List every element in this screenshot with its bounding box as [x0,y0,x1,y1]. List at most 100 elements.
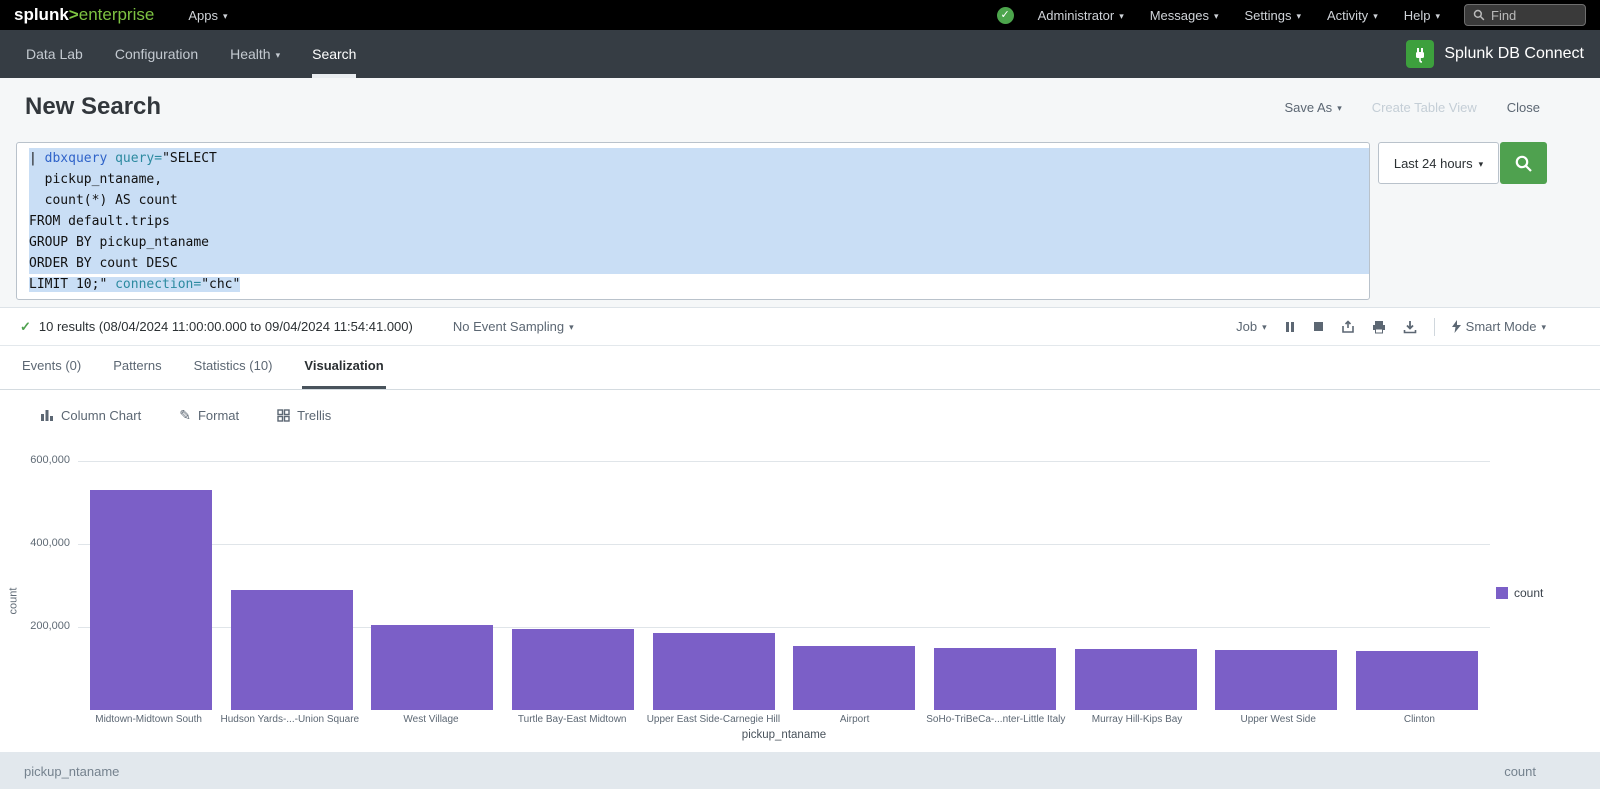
share-button[interactable] [1341,320,1355,334]
splunk-logo[interactable]: splunk>enterprise [14,5,154,25]
column-chart: count 200,000400,000600,000 Midtown-Midt… [0,440,1600,752]
pause-icon [1284,321,1296,333]
menu-activity[interactable]: Activity▾ [1327,8,1378,23]
caret-down-icon: ▾ [569,323,574,332]
results-summary-group: ✓ 10 results (08/04/2024 11:00:00.000 to… [20,319,574,335]
print-button[interactable] [1372,320,1386,334]
time-range-label: Last 24 hours [1394,156,1473,171]
results-tabs: Events (0) Patterns Statistics (10) Visuali… [0,346,1600,390]
print-icon [1372,320,1386,334]
y-axis-ticks: 200,000400,000600,000 [0,461,70,710]
chart-bar-4[interactable] [512,629,634,710]
caret-down-icon: ▾ [1119,12,1124,21]
topbar-right: ✓ Administrator▾ Messages▾ Settings▾ Activi… [997,4,1586,26]
caret-down-icon: ▾ [1373,12,1378,21]
column-header-pickup-ntaname[interactable]: pickup_ntaname [24,764,119,789]
nav-search[interactable]: Search [296,30,372,78]
stop-button[interactable] [1313,321,1324,332]
chart-legend[interactable]: count [1496,586,1543,600]
time-range-picker[interactable]: Last 24 hours ▾ [1378,142,1499,184]
app-title: Splunk DB Connect [1444,45,1584,63]
page-title: New Search [25,93,161,121]
chart-bar-9[interactable] [1215,650,1337,710]
chart-bar-5[interactable] [653,633,775,710]
logo-splunk-text: splunk [14,5,69,24]
trellis-button[interactable]: Trellis [277,408,331,423]
nav-data-lab[interactable]: Data Lab [10,30,99,78]
chart-bar-3[interactable] [371,625,493,710]
x-category-label: Turtle Bay-East Midtown [502,714,643,725]
caret-down-icon: ▾ [1541,323,1546,332]
app-nav-items: Data LabConfigurationHealth▾Search [10,30,372,78]
find-input[interactable] [1491,8,1575,23]
menu-administrator[interactable]: Administrator▾ [1038,8,1124,23]
caret-down-icon: ▾ [223,12,228,21]
trellis-grid-icon [277,409,290,422]
tab-events-0[interactable]: Events (0) [20,346,83,389]
nav-configuration[interactable]: Configuration [99,30,214,78]
menu-messages[interactable]: Messages▾ [1150,8,1219,23]
topbar-menus: Administrator▾ Messages▾ Settings▾ Activity… [1038,8,1440,23]
save-as-button[interactable]: Save As▾ [1284,100,1341,115]
pause-button[interactable] [1284,321,1296,333]
divider [1434,318,1435,336]
chart-type-button[interactable]: Column Chart [40,408,141,423]
create-table-view-button: Create Table View [1372,100,1477,115]
tab-patterns[interactable]: Patterns [111,346,163,389]
share-icon [1341,320,1355,334]
chart-bar-2[interactable] [231,590,353,710]
chart-bar-8[interactable] [1075,649,1197,710]
chart-bar-6[interactable] [793,646,915,710]
chart-bar-10[interactable] [1356,651,1478,710]
x-axis-labels: Midtown-Midtown SouthHudson Yards-...-Un… [78,714,1490,725]
chart-bar-7[interactable] [934,648,1056,710]
run-search-button[interactable] [1500,142,1547,184]
query-line-1: | dbxquery query="SELECT [17,148,1369,169]
logo-gt-text: > [69,5,79,24]
query-line-2: pickup_ntaname, [17,169,1369,190]
job-done-check-icon: ✓ [20,319,31,335]
x-category-label: West Village [360,714,501,725]
search-icon [1514,154,1533,173]
caret-down-icon: ▾ [276,51,281,60]
export-button[interactable] [1403,320,1417,334]
caret-down-icon: ▾ [1479,160,1484,169]
y-tick-label: 600,000 [0,454,70,466]
tab-visualization[interactable]: Visualization [302,346,385,389]
y-tick-label: 400,000 [0,537,70,549]
job-controls: Job▾ Smart Mode▾ [1236,318,1546,336]
event-sampling-menu[interactable]: No Event Sampling▾ [453,319,574,334]
logo-enterprise-text: enterprise [79,5,155,24]
find-search-box[interactable] [1464,4,1586,26]
close-button[interactable]: Close [1507,100,1540,115]
x-category-label: Midtown-Midtown South [78,714,219,725]
query-line-7: LIMIT 10;" connection="chc" [17,274,1369,295]
plot-area [78,461,1490,710]
app-identity[interactable]: Splunk DB Connect [1406,30,1584,78]
x-category-label: Murray Hill-Kips Bay [1066,714,1207,725]
apps-menu[interactable]: Apps▾ [188,8,227,23]
search-mode-menu[interactable]: Smart Mode▾ [1452,319,1546,334]
menu-help[interactable]: Help▾ [1404,8,1440,23]
job-status-bar: ✓ 10 results (08/04/2024 11:00:00.000 to… [0,308,1600,346]
nav-health[interactable]: Health▾ [214,30,296,78]
stop-icon [1313,321,1324,332]
x-category-label: Hudson Yards-...-Union Square [219,714,360,725]
chart-bar-1[interactable] [90,490,212,710]
db-connect-app-icon [1406,40,1434,68]
format-button[interactable]: ✎ Format [179,408,239,423]
statistics-table-header: pickup_ntaname count [0,752,1600,789]
results-summary: 10 results (08/04/2024 11:00:00.000 to 0… [39,319,413,334]
query-line-6: ORDER BY count DESC [17,253,1369,274]
menu-settings[interactable]: Settings▾ [1245,8,1302,23]
job-menu[interactable]: Job▾ [1236,319,1267,334]
tab-statistics-10[interactable]: Statistics (10) [192,346,275,389]
query-line-4: FROM default.trips [17,211,1369,232]
search-query-input[interactable]: | dbxquery query="SELECT pickup_ntaname,… [16,142,1370,300]
health-status-icon[interactable]: ✓ [997,7,1014,24]
bars-container [78,461,1490,710]
legend-label: count [1514,586,1543,600]
topbar-left: splunk>enterprise Apps▾ [14,5,228,25]
column-header-count[interactable]: count [1504,764,1536,789]
app-navbar: Data LabConfigurationHealth▾Search Splun… [0,30,1600,78]
